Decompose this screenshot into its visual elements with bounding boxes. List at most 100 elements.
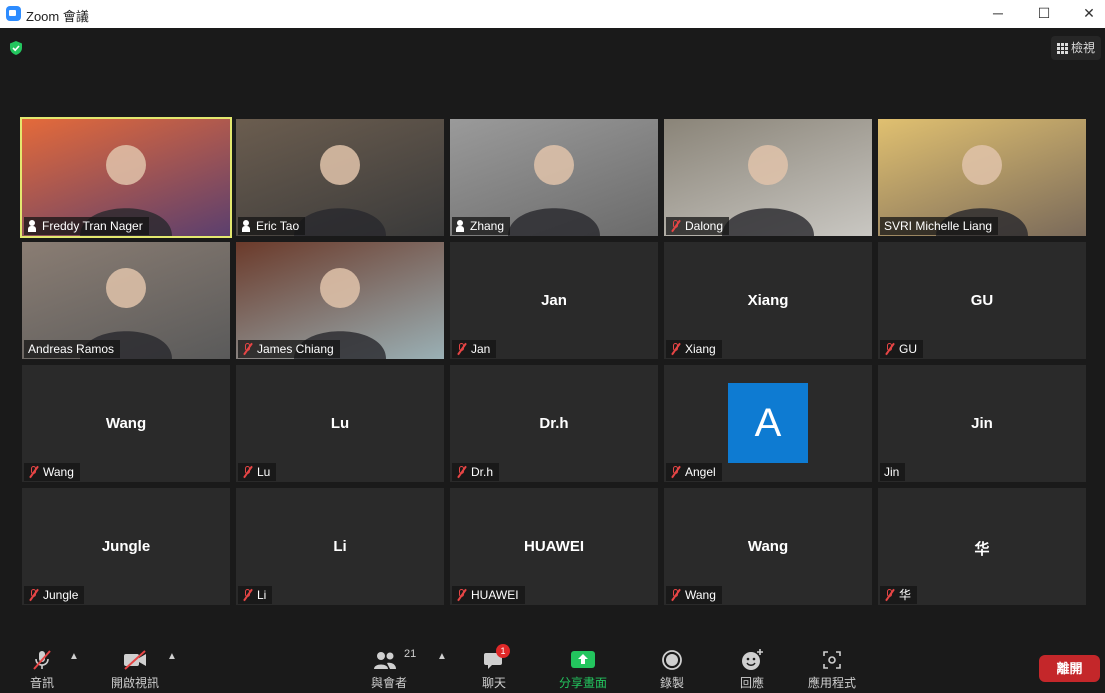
chat-button[interactable]: 1 聊天 <box>478 644 510 691</box>
microphone-muted-icon <box>33 650 51 670</box>
participant-name: Jin <box>884 465 900 479</box>
participant-name-label: Lu <box>238 463 277 481</box>
mic-muted-icon <box>242 466 253 478</box>
participant-name: Freddy Tran Nager <box>42 219 143 233</box>
audio-button[interactable]: 音訊 <box>22 648 62 691</box>
view-button[interactable]: 檢視 <box>1050 36 1101 60</box>
participant-tile[interactable]: Andreas Ramos <box>22 242 230 359</box>
participant-name: Dr.h <box>471 465 494 479</box>
maximize-button[interactable]: ☐ <box>1021 0 1067 28</box>
participant-name-label: Jin <box>880 463 906 481</box>
minimize-button[interactable]: ─ <box>975 0 1021 28</box>
close-button[interactable]: ✕ <box>1066 0 1105 28</box>
zoom-app-icon <box>6 6 21 21</box>
participant-display-name: Jin <box>971 415 993 432</box>
participant-name-label: Wang <box>24 463 80 481</box>
participant-tile[interactable]: Xiang Xiang <box>664 242 872 359</box>
participant-tile[interactable]: SVRI Michelle Liang <box>878 119 1086 236</box>
participant-tile[interactable]: Wang Wang <box>664 488 872 605</box>
mic-muted-icon <box>670 220 681 232</box>
record-button[interactable]: 錄製 <box>656 648 688 691</box>
participant-name: Dalong <box>685 219 724 233</box>
mic-muted-icon <box>884 343 895 355</box>
share-screen-icon <box>571 651 595 668</box>
participant-name: GU <box>899 342 917 356</box>
participant-name: James Chiang <box>257 342 334 356</box>
participant-tile[interactable]: GU GU <box>878 242 1086 359</box>
mic-muted-icon <box>242 589 253 601</box>
participant-tile[interactable]: Freddy Tran Nager <box>20 117 232 238</box>
participant-name-label: Eric Tao <box>238 217 306 235</box>
participant-name-label: HUAWEI <box>452 586 525 604</box>
meeting-toolbar: 音訊 ▲ 開啟視訊 ▲ 21 與會者 ▲ 1 聊天 分享畫面 錄製 回應 應用程… <box>0 636 1105 693</box>
mic-muted-icon <box>456 466 467 478</box>
participant-name: Xiang <box>685 342 716 356</box>
participant-name-label: Freddy Tran Nager <box>24 217 149 235</box>
participant-avatar: A <box>728 383 808 463</box>
start-video-button[interactable]: 開啟視訊 <box>106 648 164 691</box>
apps-button[interactable]: 應用程式 <box>803 648 861 691</box>
participant-tile[interactable]: Eric Tao <box>236 119 444 236</box>
participant-tile[interactable]: Lu Lu <box>236 365 444 482</box>
participant-name-label: Andreas Ramos <box>24 340 121 358</box>
mic-muted-icon <box>670 589 681 601</box>
participant-name-label: Angel <box>666 463 722 481</box>
audio-options-chevron-icon[interactable]: ▲ <box>69 651 79 662</box>
participant-name: Jungle <box>43 588 79 602</box>
participant-name-label: SVRI Michelle Liang <box>880 217 999 235</box>
leave-button[interactable]: 離開 <box>1039 655 1100 682</box>
participant-display-name: Lu <box>330 415 350 432</box>
participant-name: Wang <box>43 465 74 479</box>
participant-tile[interactable]: 华华 <box>878 488 1086 605</box>
participant-tile[interactable]: A Angel <box>664 365 872 482</box>
participant-name: Wang <box>685 588 716 602</box>
participant-name: Lu <box>257 465 271 479</box>
participant-display-name: Wang <box>747 538 789 555</box>
video-options-chevron-icon[interactable]: ▲ <box>167 651 177 662</box>
participant-name-label: GU <box>880 340 923 358</box>
participants-button[interactable]: 21 與會者 <box>368 648 416 691</box>
participant-tile[interactable]: Zhang <box>450 119 658 236</box>
participant-tile[interactable]: James Chiang <box>236 242 444 359</box>
participant-tile[interactable]: HUAWEI HUAWEI <box>450 488 658 605</box>
meeting-area: 檢視 Freddy Tran Nager Eric Tao Zhang Dalong S… <box>0 28 1105 693</box>
participant-name: Li <box>257 588 267 602</box>
participant-tile[interactable]: Jungle Jungle <box>22 488 230 605</box>
participant-name: SVRI Michelle Liang <box>884 219 993 233</box>
reactions-button[interactable]: 回應 <box>736 648 768 691</box>
video-label: 開啟視訊 <box>110 676 159 690</box>
participant-display-name: Jungle <box>101 538 151 555</box>
participant-name-label: Dalong <box>666 217 730 235</box>
participant-name-label: Jan <box>452 340 497 358</box>
participant-tile[interactable]: Jan Jan <box>450 242 658 359</box>
participant-tile[interactable]: Li Li <box>236 488 444 605</box>
pinned-speaker-icon <box>242 220 252 232</box>
audio-label: 音訊 <box>29 676 54 690</box>
participant-tile[interactable]: Wang Wang <box>22 365 230 482</box>
share-screen-button[interactable]: 分享畫面 <box>556 648 610 691</box>
video-camera-off-icon <box>124 650 146 670</box>
mic-muted-icon <box>670 343 681 355</box>
participant-display-name: GU <box>970 292 994 309</box>
record-label: 錄製 <box>659 676 684 690</box>
chat-unread-badge: 1 <box>496 644 510 658</box>
view-button-label: 檢視 <box>1070 41 1095 55</box>
participants-label: 與會者 <box>370 676 407 690</box>
participant-display-name: HUAWEI <box>524 538 584 555</box>
participant-display-name: 华 <box>974 541 990 558</box>
participant-name-label: 华 <box>880 586 918 604</box>
mic-muted-icon <box>28 589 39 601</box>
participant-name: HUAWEI <box>471 588 519 602</box>
participant-tile[interactable]: Jin Jin <box>878 365 1086 482</box>
participant-name: Andreas Ramos <box>28 342 115 356</box>
participant-name: Zhang <box>470 219 505 233</box>
participant-tile[interactable]: Dalong <box>664 119 872 236</box>
encryption-shield-icon[interactable] <box>8 40 24 56</box>
participant-display-name: Jan <box>541 292 567 309</box>
mic-muted-icon <box>456 589 467 601</box>
participants-options-chevron-icon[interactable]: ▲ <box>437 651 447 662</box>
mic-muted-icon <box>456 343 467 355</box>
participant-name: Jan <box>471 342 491 356</box>
participant-tile[interactable]: Dr.h Dr.h <box>450 365 658 482</box>
mic-muted-icon <box>884 589 895 601</box>
